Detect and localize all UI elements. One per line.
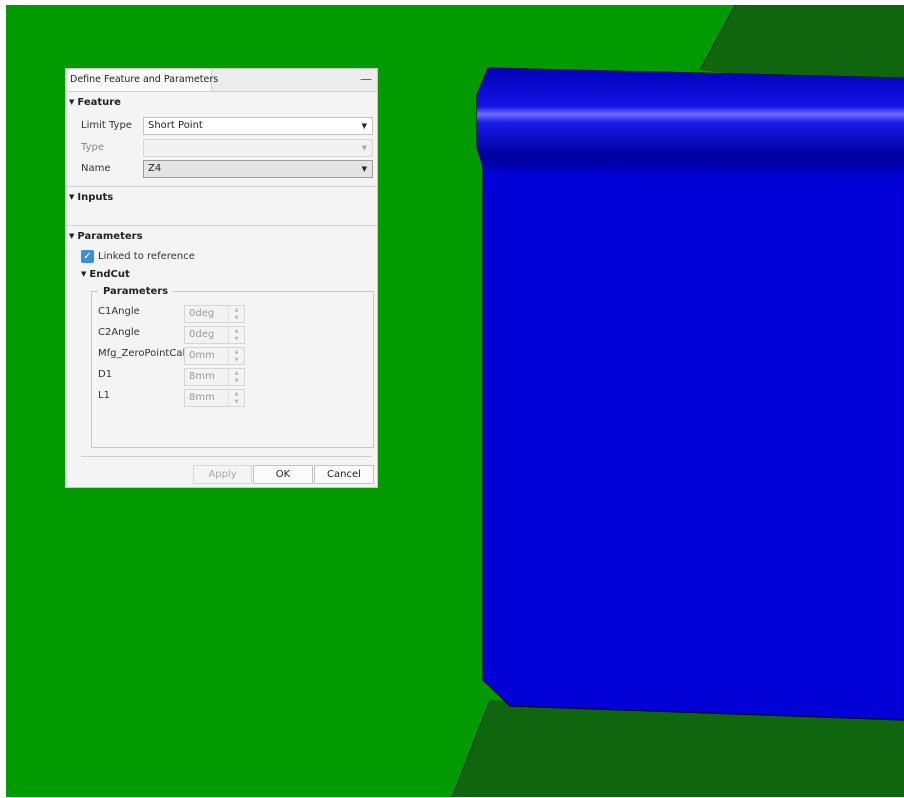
param-value: 8mm xyxy=(189,371,215,382)
param-spinbox[interactable]: 8mm ▲ ▼ xyxy=(184,368,245,386)
chevron-down-icon: ▼ xyxy=(361,122,367,130)
triangle-down-icon: ▼ xyxy=(69,193,75,201)
check-icon: ✓ xyxy=(83,251,92,262)
spin-up-icon[interactable]: ▲ xyxy=(229,369,244,377)
spin-down-icon[interactable]: ▼ xyxy=(229,356,244,364)
feature-heading: Feature xyxy=(77,97,121,108)
param-label: C2Angle xyxy=(98,327,140,338)
triangle-down-icon: ▼ xyxy=(81,270,87,278)
name-value: Z4 xyxy=(148,163,162,174)
spin-buttons: ▲ ▼ xyxy=(228,390,244,406)
define-feature-dialog: Define Feature and Parameters — ▼ Feature… xyxy=(65,68,378,488)
name-label: Name xyxy=(81,163,111,174)
param-spinbox[interactable]: 0deg ▲ ▼ xyxy=(184,305,245,323)
spin-up-icon[interactable]: ▲ xyxy=(229,306,244,314)
inputs-heading: Inputs xyxy=(77,192,114,203)
ok-button[interactable]: OK xyxy=(253,465,313,484)
limit-type-value: Short Point xyxy=(148,120,203,131)
spin-down-icon[interactable]: ▼ xyxy=(229,314,244,322)
spin-buttons: ▲ ▼ xyxy=(228,306,244,322)
param-spinbox[interactable]: 0deg ▲ ▼ xyxy=(184,326,245,344)
parameters-group-title: Parameters xyxy=(98,286,174,297)
type-combo[interactable]: ▼ xyxy=(143,139,373,157)
triangle-down-icon: ▼ xyxy=(69,98,75,106)
endcut-heading: EndCut xyxy=(89,269,130,280)
spin-up-icon[interactable]: ▲ xyxy=(229,390,244,398)
parameters-section-header[interactable]: ▼ Parameters xyxy=(69,231,143,242)
linked-to-reference-label[interactable]: Linked to reference xyxy=(98,251,195,262)
param-value: 0deg xyxy=(189,329,215,340)
spin-buttons: ▲ ▼ xyxy=(228,327,244,343)
param-label: L1 xyxy=(98,390,110,401)
spin-down-icon[interactable]: ▼ xyxy=(229,377,244,385)
spin-buttons: ▲ ▼ xyxy=(228,369,244,385)
dialog-title[interactable]: Define Feature and Parameters xyxy=(66,69,218,91)
spin-down-icon[interactable]: ▼ xyxy=(229,335,244,343)
triangle-down-icon: ▼ xyxy=(69,232,75,240)
divider xyxy=(66,225,377,226)
dialog-titlebar: Define Feature and Parameters — xyxy=(66,69,377,92)
chevron-down-icon: ▼ xyxy=(361,165,367,173)
param-label: C1Angle xyxy=(98,306,140,317)
spin-up-icon[interactable]: ▲ xyxy=(229,327,244,335)
divider xyxy=(66,186,377,187)
type-label: Type xyxy=(81,142,104,153)
param-value: 0mm xyxy=(189,350,215,361)
limit-type-label: Limit Type xyxy=(81,120,132,131)
spin-down-icon[interactable]: ▼ xyxy=(229,398,244,406)
param-value: 8mm xyxy=(189,392,215,403)
spin-buttons: ▲ ▼ xyxy=(228,348,244,364)
cancel-button[interactable]: Cancel xyxy=(314,465,374,484)
linked-to-reference-checkbox[interactable]: ✓ xyxy=(81,250,94,263)
inputs-section-header[interactable]: ▼ Inputs xyxy=(69,192,113,203)
chevron-down-icon: ▼ xyxy=(361,144,367,152)
endcut-section-header[interactable]: ▼ EndCut xyxy=(81,269,130,280)
param-spinbox[interactable]: 0mm ▲ ▼ xyxy=(184,347,245,365)
param-label: Mfg_ZeroPointCalc xyxy=(98,348,191,359)
spin-up-icon[interactable]: ▲ xyxy=(229,348,244,356)
apply-button[interactable]: Apply xyxy=(193,465,252,484)
param-label: D1 xyxy=(98,369,113,380)
blue-part-rounded-top xyxy=(477,68,904,178)
divider xyxy=(81,456,372,457)
feature-section-header[interactable]: ▼ Feature xyxy=(69,97,121,108)
name-combo[interactable]: Z4 ▼ xyxy=(143,160,373,178)
param-value: 0deg xyxy=(189,308,215,319)
param-spinbox[interactable]: 8mm ▲ ▼ xyxy=(184,389,245,407)
parameters-heading: Parameters xyxy=(77,231,143,242)
limit-type-combo[interactable]: Short Point ▼ xyxy=(143,117,373,135)
minimize-icon[interactable]: — xyxy=(359,71,373,87)
